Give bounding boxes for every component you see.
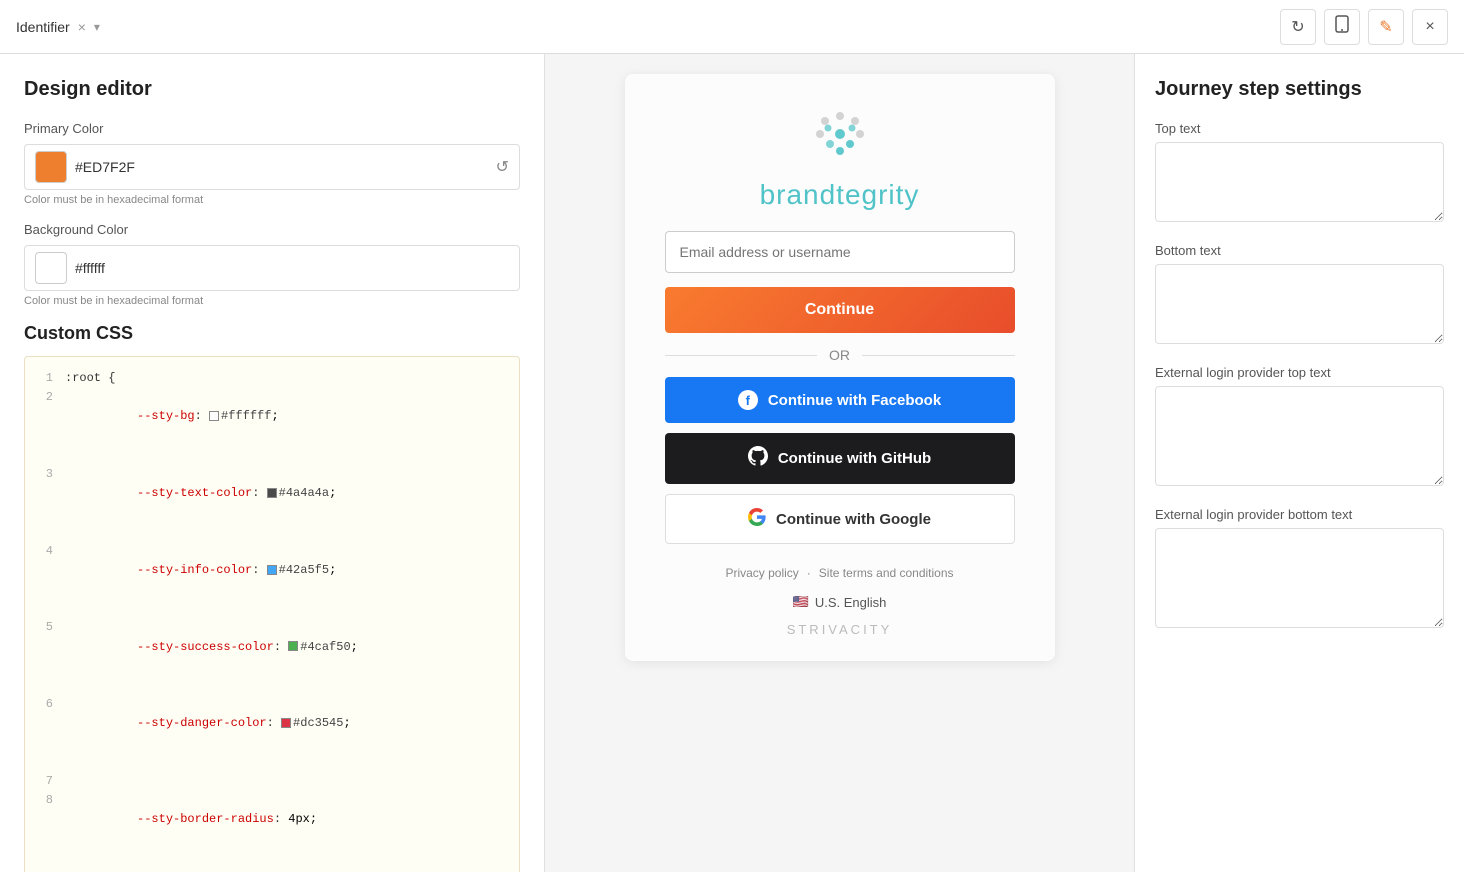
refresh-icon: ↻: [1291, 17, 1304, 37]
refresh-button[interactable]: ↻: [1280, 9, 1316, 45]
primary-color-reset-button[interactable]: ↺: [496, 157, 509, 177]
background-color-hint: Color must be in hexadecimal format: [24, 295, 520, 307]
journey-settings-title: Journey step settings: [1155, 78, 1444, 101]
code-line-6: 6 --sty-danger-color: #dc3545;: [33, 695, 511, 772]
primary-color-input-row: ↺: [24, 144, 520, 190]
email-input[interactable]: [665, 231, 1015, 273]
custom-css-title: Custom CSS: [24, 323, 520, 344]
design-editor-title: Design editor: [24, 78, 520, 101]
google-icon: [748, 508, 766, 530]
primary-color-label: Primary Color: [24, 121, 520, 136]
close-icon: ×: [1425, 18, 1434, 36]
facebook-button-label: Continue with Facebook: [768, 392, 941, 409]
mobile-icon: [1334, 15, 1350, 38]
close-window-button[interactable]: ×: [1412, 9, 1448, 45]
top-text-label: Top text: [1155, 121, 1444, 136]
or-text: OR: [829, 347, 850, 363]
google-button[interactable]: Continue with Google: [665, 494, 1015, 544]
preview-panel: brandtegrity Continue OR f Continue with…: [545, 54, 1134, 872]
github-button[interactable]: Continue with GitHub: [665, 433, 1015, 484]
preview-card: brandtegrity Continue OR f Continue with…: [625, 74, 1055, 661]
edit-button[interactable]: ✎: [1368, 9, 1404, 45]
journey-settings-panel: Journey step settings Top text Bottom te…: [1134, 54, 1464, 872]
code-line-2: 2 --sty-bg: #ffffff;: [33, 388, 511, 465]
tab-close-button[interactable]: ×: [78, 19, 86, 35]
code-line-1: 1 :root {: [33, 369, 511, 388]
privacy-policy-link[interactable]: Privacy policy: [725, 566, 798, 580]
background-color-label: Background Color: [24, 222, 520, 237]
ext-login-bottom-textarea[interactable]: [1155, 528, 1444, 628]
privacy-dot: ·: [807, 566, 811, 580]
github-icon: [748, 446, 768, 471]
background-color-text-input[interactable]: [75, 260, 509, 276]
background-color-swatch[interactable]: [35, 252, 67, 284]
code-line-4: 4 --sty-info-color: #42a5f5;: [33, 542, 511, 619]
main-layout: Design editor Primary Color ↺ Color must…: [0, 54, 1464, 872]
logo-area: [800, 106, 880, 171]
locale-row: 🇺🇸 U.S. English: [793, 594, 887, 610]
ext-login-top-label: External login provider top text: [1155, 365, 1444, 380]
topbar: Identifier × ▾ ↻ ✎ ×: [0, 0, 1464, 54]
code-line-8: 8 --sty-border-radius: 4px;: [33, 791, 511, 868]
topbar-right: ↻ ✎ ×: [1280, 9, 1448, 45]
or-line-left: [665, 355, 818, 356]
mobile-preview-button[interactable]: [1324, 9, 1360, 45]
primary-color-text-input[interactable]: [75, 159, 488, 175]
locale-label: U.S. English: [815, 595, 887, 610]
strivacity-footer: STRIVACITY: [787, 622, 893, 637]
continue-button[interactable]: Continue: [665, 287, 1015, 333]
css-code-block[interactable]: 1 :root { 2 --sty-bg: #ffffff; 3 --sty-t…: [24, 356, 520, 872]
pencil-icon: ✎: [1379, 17, 1392, 37]
ext-login-top-textarea[interactable]: [1155, 386, 1444, 486]
flag-icon: 🇺🇸: [793, 594, 809, 610]
or-divider: OR: [665, 347, 1015, 363]
tab-dropdown-button[interactable]: ▾: [94, 20, 100, 34]
brand-name: brandtegrity: [760, 179, 920, 211]
facebook-button[interactable]: f Continue with Facebook: [665, 377, 1015, 423]
bottom-text-textarea[interactable]: [1155, 264, 1444, 344]
topbar-left: Identifier × ▾: [16, 19, 100, 35]
ext-login-bottom-label: External login provider bottom text: [1155, 507, 1444, 522]
primary-color-swatch[interactable]: [35, 151, 67, 183]
code-line-3: 3 --sty-text-color: #4a4a4a;: [33, 465, 511, 542]
github-button-label: Continue with GitHub: [778, 450, 931, 467]
tab-label: Identifier: [16, 19, 70, 35]
code-line-7: 7: [33, 772, 511, 791]
code-line-5: 5 --sty-success-color: #4caf50;: [33, 618, 511, 695]
or-line-right: [862, 355, 1015, 356]
bottom-text-label: Bottom text: [1155, 243, 1444, 258]
background-color-input-row: [24, 245, 520, 291]
top-text-textarea[interactable]: [1155, 142, 1444, 222]
brand-logo-icon: [800, 106, 880, 166]
privacy-links: Privacy policy · Site terms and conditio…: [725, 566, 953, 580]
google-button-label: Continue with Google: [776, 511, 931, 528]
facebook-icon: f: [738, 390, 758, 410]
design-editor-panel: Design editor Primary Color ↺ Color must…: [0, 54, 545, 872]
site-terms-link[interactable]: Site terms and conditions: [819, 566, 954, 580]
code-line-9: 9: [33, 868, 511, 872]
primary-color-hint: Color must be in hexadecimal format: [24, 194, 520, 206]
